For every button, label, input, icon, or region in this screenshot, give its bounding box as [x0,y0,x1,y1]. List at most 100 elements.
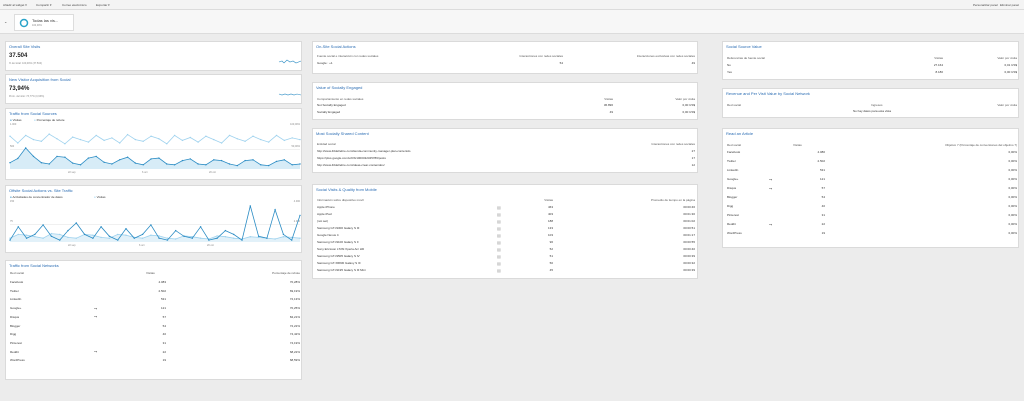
visits-line-point [173,164,176,166]
share-button[interactable]: Compartir ▾ [36,3,52,7]
table-cell-link[interactable]: http://www.40defiebre.com/tienda-communi… [317,149,410,153]
table-cell-network[interactable]: LinkedIn [10,297,21,301]
table-cell-network[interactable]: WordPress [10,358,25,362]
table-cell-network[interactable]: WordPress [727,231,742,235]
table-cell-device[interactable]: Sony Ericsson LT26i Xperia Arc HD [317,247,364,251]
column-header: Visitas [604,97,613,101]
table-cell[interactable]: Yes [727,70,732,74]
table-cell-device[interactable]: Samsung GT-I9195 Galaxy S III Mini [317,268,366,272]
table-cell-device[interactable]: Apple iPhone [317,205,335,209]
segment-card[interactable]: Todas las vis... 100,00% [14,14,74,31]
table-cell-network[interactable]: Reddit [10,350,19,354]
column-header: Comportamiento en redes sociales [317,97,364,101]
bounce-rate-line-point [9,135,11,137]
visits-line-point [199,237,202,239]
visits-line-point [205,164,207,166]
device-icon[interactable]: ▤ [497,212,501,217]
widget-title[interactable]: Most Socially Shared Content [316,131,369,136]
device-icon[interactable]: ▤ [497,268,501,273]
device-icon[interactable]: ▤ [497,240,501,245]
hub-activity-icon[interactable]: ⤳ [94,306,97,311]
column-header: Valor por visita [997,56,1017,60]
table-cell-device[interactable]: Apple iPad [317,212,332,216]
widget-title[interactable]: Social Source Value [726,44,762,49]
table-cell-network[interactable]: Digg [727,204,733,208]
table-cell-network[interactable]: Pinterest [727,213,739,217]
table-cell[interactable]: Google : +1 [317,61,333,65]
visits-line-point [275,160,278,163]
hub-activities-line-point [150,224,152,226]
export-button[interactable]: Exportar ▾ [96,3,110,7]
hub-activity-icon[interactable]: ⤳ [94,349,97,354]
table-cell: 27 [691,149,695,153]
table-cell-visits: 51 [549,254,553,258]
visits-line-point [166,237,169,239]
table-cell-network[interactable]: Facebook [727,150,740,154]
table-cell-network[interactable]: Twitter [10,289,19,293]
table-cell-link[interactable]: http://www.40defiebre.com/ideas-crear-co… [317,163,385,167]
segment-percent: 100,00% [32,24,42,27]
hub-activities-line-point [158,237,160,239]
table-cell-network[interactable]: Disqus [10,315,19,319]
table-cell: 8.180 [935,70,943,74]
table-cell-network[interactable]: Blogger [727,195,737,199]
widget-title[interactable]: Social Visits & Quality from Mobile [316,187,377,192]
table-cell-network[interactable]: Pinterest [10,341,22,345]
widget-title[interactable]: New Visitor Acquisition from Social [9,77,71,82]
customize-dashboard-button[interactable]: Personalizar panel [973,3,998,7]
table-cell-device[interactable]: (not set) [317,219,328,223]
widget-title[interactable]: Traffic from Social Networks [9,263,59,268]
widget-title[interactable]: Value of Socially Engaged [316,85,362,90]
table-cell-device[interactable]: Samsung GT-S5830 Galaxy S III [317,261,361,265]
table-cell-network[interactable]: LinkedIn [727,168,738,172]
widget-title[interactable]: Revenue and Per Visit Value by Social Ne… [726,91,810,96]
delete-dashboard-button[interactable]: Eliminar panel [1000,3,1019,7]
device-icon[interactable]: ▤ [497,205,501,210]
visits-line-point [48,163,50,165]
device-icon[interactable]: ▤ [497,247,501,252]
widget-title[interactable]: Read an Article [726,131,753,136]
hub-activity-icon[interactable]: ⤳ [769,177,772,182]
table-cell-device[interactable]: Samsung GT-I9300 Galaxy S III [317,226,359,230]
visits-line-point [17,157,19,160]
table-cell-visits: 31 [162,340,166,345]
widget-title[interactable]: Offsite Social Actions vs. Site Traffic [9,188,73,193]
hub-activity-icon[interactable]: ⤳ [769,222,772,227]
column-header: Visitas [544,198,553,202]
add-to-widget-button[interactable]: Añadir al widget ▾ [3,3,27,7]
device-icon[interactable]: ▤ [497,219,501,224]
device-icon[interactable]: ▤ [497,254,501,259]
table-cell-network[interactable]: Digg [10,332,16,336]
table-cell[interactable]: Socially Engaged [317,110,340,114]
table-cell[interactable]: Not Socially Engaged [317,103,346,107]
table-cell-network[interactable]: Disqus [727,186,736,190]
table-cell-network[interactable]: Facebook [10,280,23,284]
table-cell-device[interactable]: Google Nexus 4 [317,233,339,237]
table-cell-network[interactable]: Reddit [727,222,736,226]
widget-revenue-per-visit: Revenue and Per Visit Value by Social Ne… [722,88,1019,118]
visits-line-point [103,161,105,163]
table-cell-bounce: 74,42% [289,332,300,337]
hub-activity-icon[interactable]: ⤳ [94,314,97,319]
table-cell-bounce: 70,28% [289,280,300,284]
chevron-down-icon[interactable]: ⌄ [4,19,7,24]
widget-title[interactable]: Overall Site Visits [9,44,40,49]
table-cell[interactable]: No [727,63,731,67]
hub-activity-icon[interactable]: ⤳ [769,186,772,191]
table-cell-device[interactable]: Samsung GT-I9505 Galaxy S IV [317,254,360,258]
table-cell-link[interactable]: https://plus.google.com/u/0/b/1000432345… [317,156,386,160]
table-cell-network[interactable]: Blogger [10,324,20,328]
table-cell-device[interactable]: Samsung GT-I9100 Galaxy S II [317,240,359,244]
column-header: Red social [727,143,742,147]
device-icon[interactable]: ▤ [497,233,501,238]
device-icon[interactable]: ▤ [497,226,501,231]
table-cell-network[interactable]: Google+ [10,306,21,310]
visits-line-point [274,238,276,240]
table-cell-network[interactable]: Twitter [727,159,736,163]
table-cell: 49 [609,110,613,114]
table-cell-network[interactable]: Google+ [727,177,738,181]
email-button[interactable]: Correo electrónico [62,3,87,7]
widget-title[interactable]: Traffic from Social Sources [9,111,57,116]
widget-title[interactable]: On-Site Social Actions [316,44,356,49]
device-icon[interactable]: ▤ [497,261,501,266]
